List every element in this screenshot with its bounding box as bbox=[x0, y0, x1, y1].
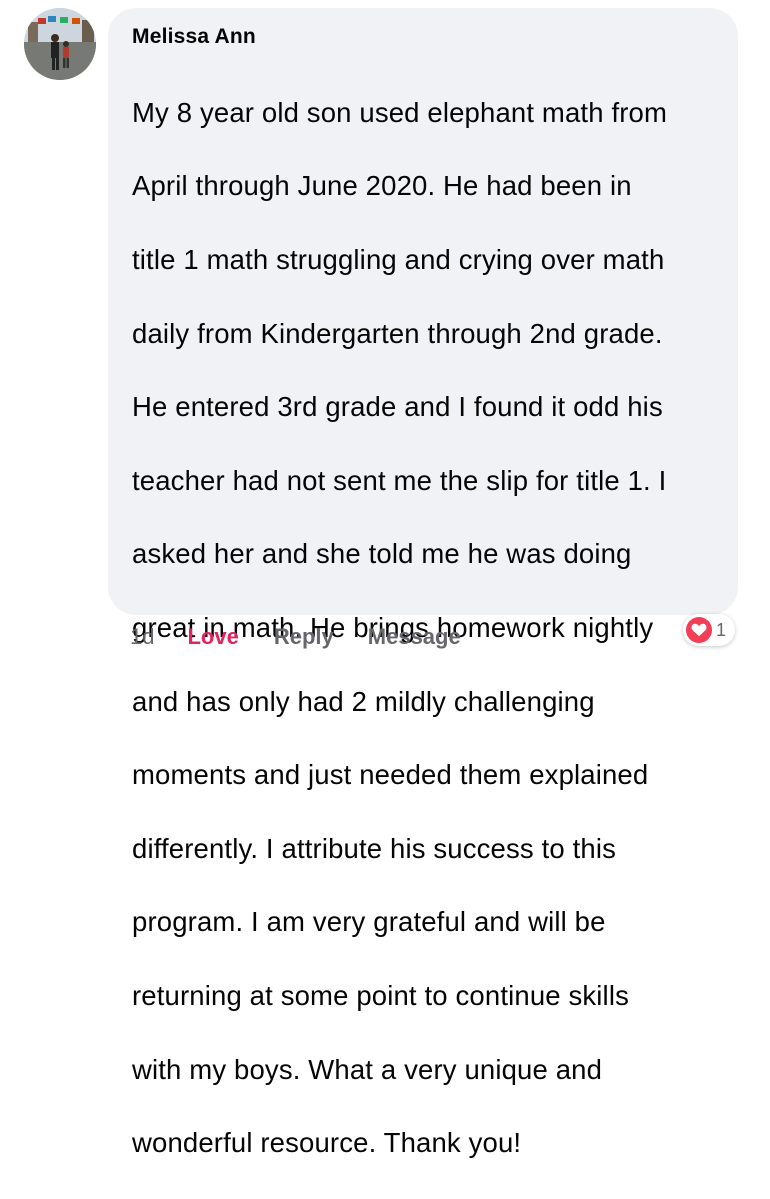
comment-line: teacher had not sent me the slip for tit… bbox=[132, 464, 667, 496]
comment-line: My 8 year old son used elephant math fro… bbox=[132, 96, 668, 128]
comment-line: differently. I attribute his success to … bbox=[132, 832, 616, 864]
comment-line: asked her and she told me he was doing bbox=[132, 538, 632, 570]
comment-line: and has only had 2 mildly challenging bbox=[132, 685, 595, 717]
comment-line: wonderful resource. Thank you! bbox=[132, 1127, 522, 1159]
love-button[interactable]: Love bbox=[187, 624, 238, 650]
comment-actions: 1d Love Reply Message bbox=[130, 624, 461, 650]
comment-line: He entered 3rd grade and I found it odd … bbox=[132, 391, 663, 423]
avatar[interactable] bbox=[24, 8, 96, 80]
comment-line: with my boys. What a very unique and bbox=[132, 1053, 603, 1085]
comment-line: daily from Kindergarten through 2nd grad… bbox=[132, 317, 663, 349]
heart-icon bbox=[686, 617, 712, 643]
comment-line: moments and just needed them explained bbox=[132, 759, 649, 791]
comment-bubble: Melissa Ann My 8 year old son used eleph… bbox=[108, 8, 738, 1158]
comment-line: returning at some point to continue skil… bbox=[132, 979, 629, 1011]
comment-timestamp[interactable]: 1d bbox=[130, 624, 154, 650]
reply-button[interactable]: Reply bbox=[274, 624, 334, 650]
message-button[interactable]: Message bbox=[368, 624, 461, 650]
comment-line: program. I am very grateful and will be bbox=[132, 906, 606, 938]
reaction-count: 1 bbox=[716, 619, 727, 640]
comment-line: April through June 2020. He had been in bbox=[132, 170, 632, 202]
reaction-summary[interactable]: 1 bbox=[683, 614, 736, 646]
comment-author[interactable]: Melissa Ann bbox=[132, 25, 716, 49]
avatar-photo bbox=[24, 8, 96, 80]
comment-line: title 1 math struggling and crying over … bbox=[132, 243, 665, 275]
